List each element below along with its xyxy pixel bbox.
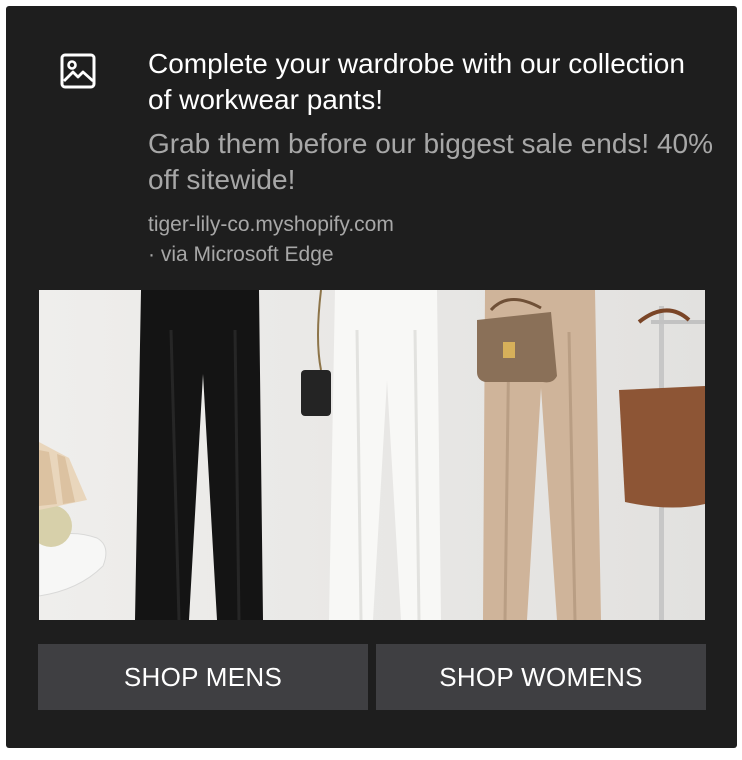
notification-message: Grab them before our biggest sale ends! … (148, 128, 714, 195)
shop-mens-button[interactable]: SHOP MENS (38, 644, 368, 710)
notification-title: Complete your wardrobe with our collecti… (148, 48, 685, 115)
product-image[interactable] (39, 290, 705, 620)
source-domain: tiger-lily-co.myshopify.com (148, 213, 394, 236)
image-icon (60, 53, 96, 89)
source-browser: · via Microsoft Edge (148, 243, 334, 266)
shop-womens-button[interactable]: SHOP WOMENS (376, 644, 706, 710)
product-photo (39, 290, 705, 620)
